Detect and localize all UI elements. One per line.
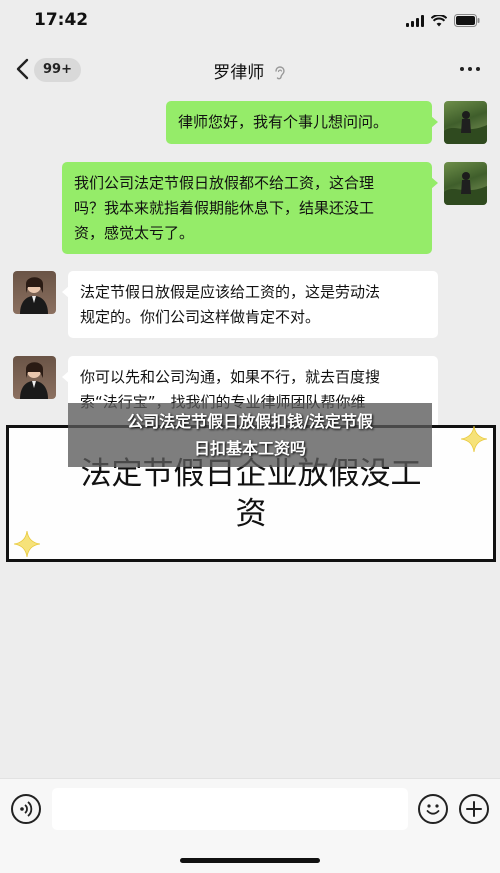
chat-title: 罗律师 [0,58,500,83]
message-line: 吗？我本来就指着假期能休息下，结果还没工 [74,199,375,217]
emoji-icon [426,804,440,815]
more-button[interactable] [460,67,480,71]
ear-icon [275,66,285,80]
caption-line: 日扣基本工资吗 [193,439,306,458]
message-bubble[interactable]: 我们公司法定节假日放假都不给工资，这合理 吗？我本来就指着假期能休息下，结果还没… [62,162,438,254]
message-line: 我们公司法定节假日放假都不给工资，这合理 [74,174,375,192]
lawyer-avatar[interactable] [13,356,56,399]
caption-title: 公司法定节假日放假扣钱/法定节假 日扣基本工资吗 [68,408,432,462]
sparkle-icon [461,426,487,452]
message-line: 律师您好，我有个事儿想问问。 [178,113,389,131]
emoji-button[interactable] [418,794,448,824]
status-time: 17:42 [34,10,89,30]
message-input[interactable] [52,788,408,830]
voice-button[interactable] [11,794,41,824]
wifi-icon [431,14,447,27]
banner-line: 资 [235,496,267,532]
input-bar [0,778,500,873]
user-avatar[interactable] [444,101,487,144]
battery-icon [454,14,480,27]
more-icon [460,67,464,71]
message-line: 资，感觉太亏了。 [74,224,195,242]
user-avatar[interactable] [444,162,487,205]
home-indicator[interactable] [180,858,320,863]
caption-line: 公司法定节假日放假扣钱/法定节假 [127,412,373,431]
more-functions-button[interactable] [459,794,489,824]
lawyer-avatar[interactable] [13,271,56,314]
message-bubble[interactable]: 法定节假日放假是应该给工资的，这是劳动法 规定的。你们公司这样做肯定不对。 [62,271,438,338]
message-line: 规定的。你们公司这样做肯定不对。 [80,308,321,326]
sparkle-icon [14,531,40,557]
message-line: 法定节假日放假是应该给工资的，这是劳动法 [80,283,381,301]
plus-icon [466,801,482,817]
caption-overlay: 公司法定节假日放假扣钱/法定节假 日扣基本工资吗 [68,403,432,467]
contact-name: 罗律师 [213,63,265,83]
message-line: 你可以先和公司沟通，如果不行，就去百度搜 [80,368,381,386]
status-icons [406,14,480,27]
chat-header: 99+ 罗律师 [0,46,500,94]
status-bar: 17:42 [0,0,500,46]
message-bubble[interactable]: 律师您好，我有个事儿想问问。 [166,101,438,144]
signal-icon [406,14,424,27]
voice-icon [20,801,33,817]
